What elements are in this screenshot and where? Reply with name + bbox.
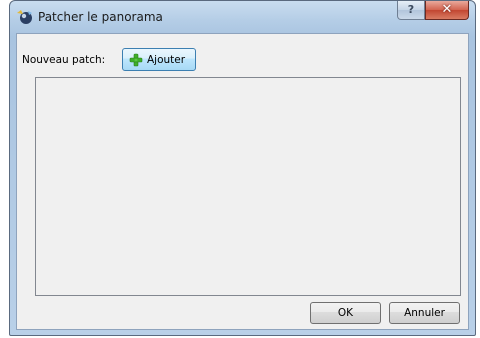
dialog-client-area: Nouveau patch: Ajouter OK Annuler (16, 33, 469, 330)
title-bar[interactable]: Patcher le panorama ? ✕ (10, 1, 475, 33)
panorama-app-icon (17, 10, 32, 24)
close-button[interactable]: ✕ (425, 1, 469, 20)
help-button[interactable]: ? (397, 1, 425, 20)
new-patch-label: Nouveau patch: (22, 54, 106, 66)
ok-button[interactable]: OK (310, 302, 381, 324)
dialog-window: Patcher le panorama ? ✕ Nouveau patch: A… (9, 0, 476, 336)
patch-list[interactable] (35, 77, 461, 296)
add-button-label: Ajouter (147, 53, 186, 66)
add-button[interactable]: Ajouter (122, 48, 196, 71)
window-title: Patcher le panorama (38, 10, 163, 24)
cancel-button[interactable]: Annuler (389, 302, 460, 324)
plus-icon (129, 53, 143, 66)
